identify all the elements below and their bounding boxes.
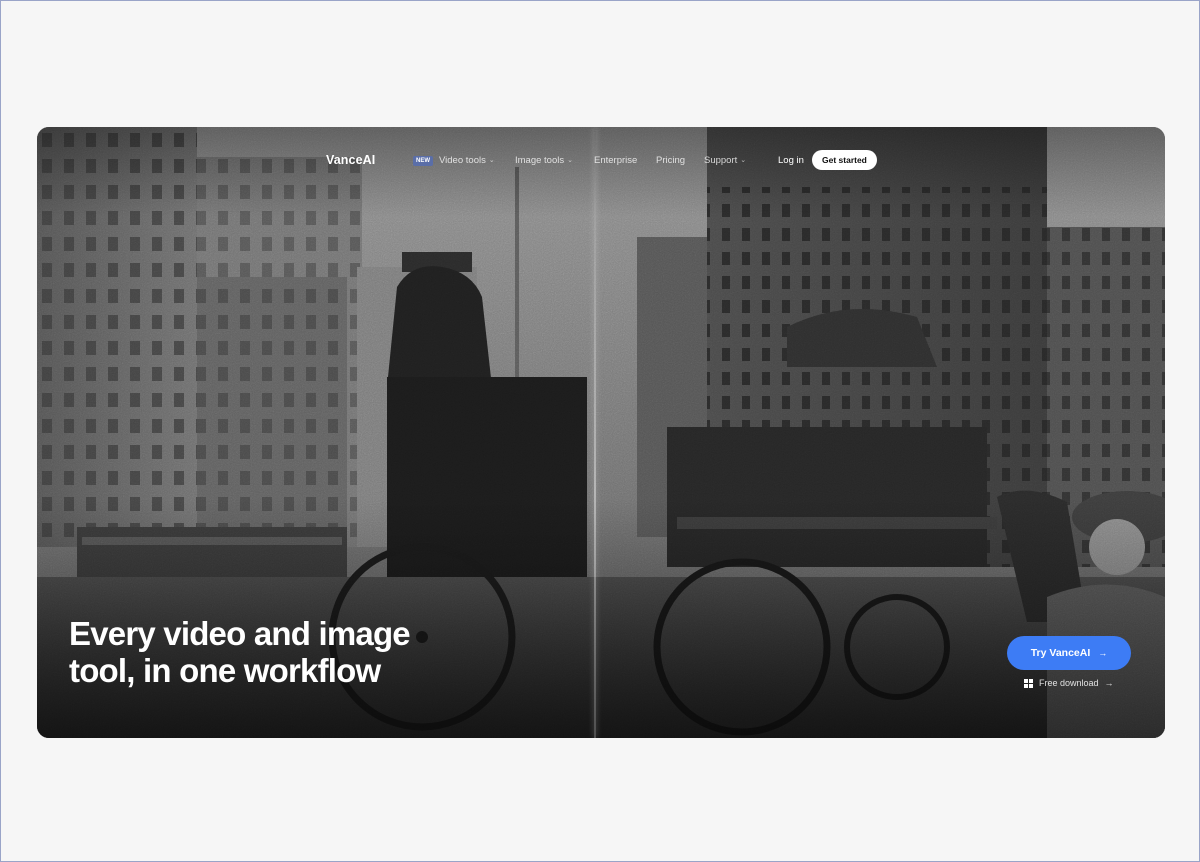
nav-pricing-label: Pricing [656, 155, 686, 166]
headline-line-1: Every video and image [69, 615, 411, 652]
login-label: Log in [778, 155, 804, 166]
get-started-button[interactable]: Get started [812, 150, 877, 170]
free-download-link[interactable]: Free download → [1024, 678, 1114, 688]
nav-video-tools-label: Video tools [439, 155, 486, 166]
nav-image-tools[interactable]: Image tools ⌄ [515, 155, 573, 166]
windows-icon [1024, 678, 1033, 688]
hero-headline: Every video and image tool, in one workf… [69, 615, 489, 689]
nav-enterprise[interactable]: Enterprise [594, 155, 637, 166]
nav-image-tools-label: Image tools [515, 155, 565, 166]
new-badge: NEW [413, 155, 433, 166]
arrow-right-icon: → [1104, 678, 1114, 688]
chevron-down-icon: ⌄ [567, 156, 573, 164]
nav-enterprise-label: Enterprise [594, 155, 638, 166]
nav-support[interactable]: Support ⌄ [704, 155, 746, 166]
vanceai-logo[interactable]: VanceAI [326, 153, 375, 167]
top-navigation: VanceAI NEW Video tools ⌄ Image tools ⌄ … [37, 150, 1165, 172]
try-vanceai-label: Try VanceAI [1030, 647, 1091, 659]
try-vanceai-button[interactable]: Try VanceAI → [1007, 636, 1131, 670]
login-link[interactable]: Log in [778, 155, 804, 166]
comparison-divider[interactable] [594, 127, 596, 738]
hero-section: VanceAI NEW Video tools ⌄ Image tools ⌄ … [37, 127, 1165, 738]
nav-pricing[interactable]: Pricing [656, 155, 685, 166]
headline-line-2: tool, in one workflow [69, 652, 381, 689]
nav-support-label: Support [704, 155, 738, 166]
nav-video-tools[interactable]: NEW Video tools ⌄ [413, 155, 495, 166]
chevron-down-icon: ⌄ [488, 156, 495, 164]
free-download-label: Free download [1039, 678, 1099, 688]
arrow-right-icon: → [1098, 648, 1108, 658]
chevron-down-icon: ⌄ [740, 156, 747, 164]
